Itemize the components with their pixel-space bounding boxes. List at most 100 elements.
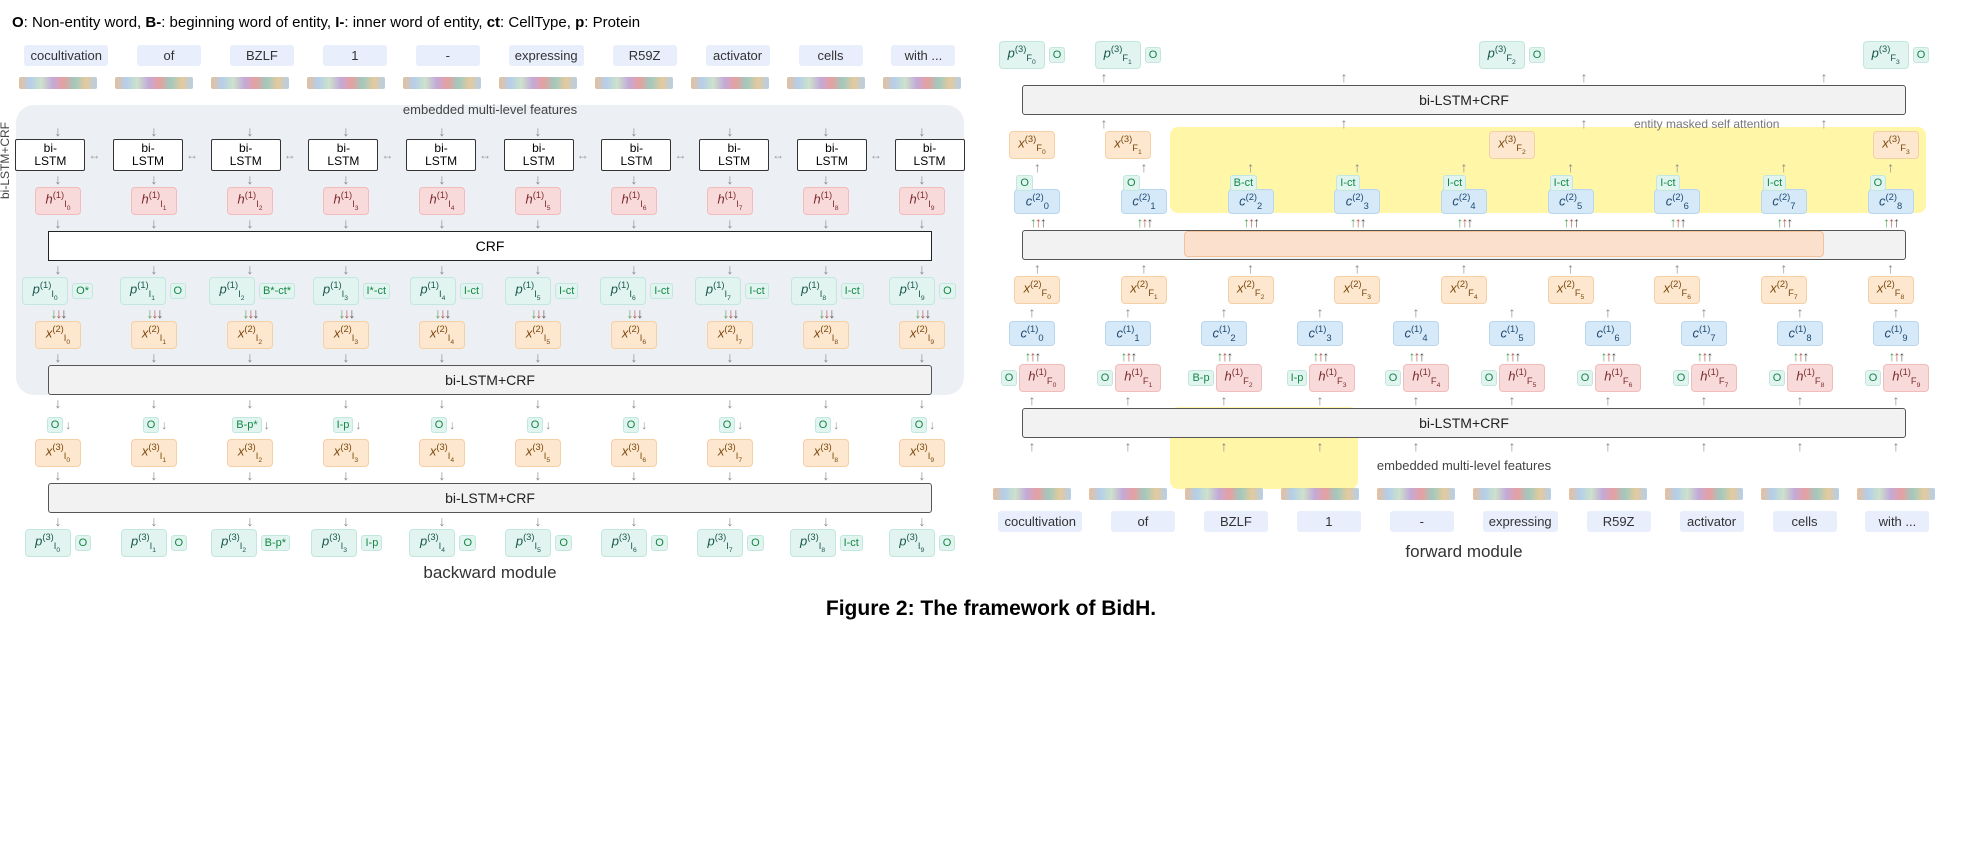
p1-node: p(1)I1 xyxy=(120,277,166,305)
arrow-down-icon: ↓ xyxy=(811,261,841,277)
arrow-down-icon: ↓ xyxy=(545,418,551,432)
c1-node: c(1)5 xyxy=(1489,321,1535,346)
p3-node: p(3)I9 xyxy=(889,529,935,557)
triple-arrow-up-icon: ↑↑↑ xyxy=(1129,214,1159,230)
arrow-up-icon: ↑ xyxy=(1881,392,1911,408)
feature-swatch xyxy=(1569,488,1647,500)
p3-pair: p(3)I6O xyxy=(595,529,673,557)
x2-node: x(2)I7 xyxy=(707,321,753,349)
x2-row-right: x(2)F0x(2)F1x(2)F2x(2)F3x(2)F4x(2)F5x(2)… xyxy=(984,276,1944,304)
p1-tag: I-ct xyxy=(650,283,673,299)
arrow-down-icon: ↓ xyxy=(161,418,167,432)
c2-tag: I-ct xyxy=(1656,175,1679,191)
triple-arrow-up-icon: ↑↑↑ xyxy=(1236,214,1266,230)
o2-pair: O↓ xyxy=(595,417,673,433)
c2-node: c(2)3 xyxy=(1334,189,1380,214)
c2-node: c(2)0 xyxy=(1014,189,1060,214)
p3-pair: p(3)I3I-p xyxy=(308,529,386,557)
arrow-down-icon: ↓ xyxy=(811,123,841,139)
arrow-down-icon: ↓ xyxy=(331,395,361,411)
arrow-up-icon: ↑ xyxy=(1401,392,1431,408)
triple-arrow-up-icon: ↑↑↑ xyxy=(1209,348,1239,364)
arrow-up-icon: ↑ xyxy=(1769,159,1799,175)
o2-tag: O xyxy=(47,417,64,433)
o2-pair: O↓ xyxy=(883,417,961,433)
x3-node: x(3)I6 xyxy=(611,439,657,467)
x3-top-slot: x(3)F0 xyxy=(988,131,1076,159)
h1-right-tag: O xyxy=(1769,370,1786,386)
p1-tag: I-ct xyxy=(460,283,483,299)
arrow-down-icon: ↓ xyxy=(331,513,361,529)
bilstm-pair: bi-LSTM↔ xyxy=(406,139,493,171)
bilstm-pair: bi-LSTM↔ xyxy=(797,139,884,171)
input-word: cells xyxy=(1773,511,1837,532)
h1-node: h(1)I0 xyxy=(35,187,81,215)
arrow-down-icon: ↓ xyxy=(427,349,457,365)
arrow-up-icon: ↑ xyxy=(1662,260,1692,276)
c2-pair: Oc(2)1 xyxy=(1105,175,1183,214)
feature-swatch xyxy=(499,77,577,89)
x2-row-left: x(2)I0x(2)I1x(2)I2x(2)I3x(2)I4x(2)I5x(2)… xyxy=(10,321,970,349)
h1-right-tag: O xyxy=(1865,370,1882,386)
x3-top-node: x(3)F0 xyxy=(1009,131,1055,159)
arrow-up-icon: ↑ xyxy=(1689,304,1719,320)
h1-right-tag: O xyxy=(1577,370,1594,386)
backward-module-label: backward module xyxy=(10,557,970,583)
p3-tag: O xyxy=(171,535,188,551)
input-word: 1 xyxy=(323,45,387,66)
feature-swatch xyxy=(1665,488,1743,500)
arrow-row: ↑↑↑↑ xyxy=(984,115,1944,131)
x2-node-right: x(2)F4 xyxy=(1441,276,1487,304)
input-word: of xyxy=(1111,511,1175,532)
bilstm-pair: bi-LSTM↔ xyxy=(15,139,102,171)
arrow-up-icon: ↑ xyxy=(1876,159,1906,175)
h1-right-tag: I-p xyxy=(1287,370,1308,386)
h1-row-right: Oh(1)F0Oh(1)F1B-ph(1)F2I-ph(1)F3Oh(1)F4O… xyxy=(984,364,1944,392)
arrow-down-icon: ↓ xyxy=(619,123,649,139)
arrow-up-icon: ↑ xyxy=(1881,304,1911,320)
arrow-down-icon: ↓ xyxy=(235,123,265,139)
c1-node: c(1)9 xyxy=(1873,321,1919,346)
bilstm-cell: bi-LSTM xyxy=(797,139,867,171)
triple-arrow-up-icon: ↑↑↑ xyxy=(1556,214,1586,230)
arrow-down-icon: ↓ xyxy=(139,467,169,483)
c2-node: c(2)7 xyxy=(1761,189,1807,214)
triple-arrow-up-icon: ↑↑↑ xyxy=(1342,214,1372,230)
c1-node: c(1)7 xyxy=(1681,321,1727,346)
p3-node: p(3)I7 xyxy=(697,529,743,557)
input-word: 1 xyxy=(1297,511,1361,532)
p1-tag: I-ct xyxy=(841,283,864,299)
bilstm-cell: bi-LSTM xyxy=(211,139,281,171)
arrow-down-icon: ↓ xyxy=(715,171,745,187)
bilstm-cell: bi-LSTM xyxy=(15,139,85,171)
bilstm-pair: bi-LSTM xyxy=(895,139,965,171)
x2-node-right: x(2)F1 xyxy=(1121,276,1167,304)
p3-top-tag: O xyxy=(1913,47,1930,63)
arrow-down-icon: ↓ xyxy=(907,349,937,365)
h1-node: h(1)I2 xyxy=(227,187,273,215)
bilstm-cell: bi-LSTM xyxy=(113,139,183,171)
p3-pair: p(3)I8I-ct xyxy=(787,529,865,557)
p3-pair: p(3)I1O xyxy=(115,529,193,557)
o2-tag: O xyxy=(719,417,736,433)
c2-tag: I-ct xyxy=(1763,175,1786,191)
bilstm-cell: bi-LSTM xyxy=(406,139,476,171)
arrow-up-icon: ↑ xyxy=(1556,159,1586,175)
crf-box: CRF xyxy=(48,231,931,261)
arrow-row: ↑↑↑↑↑↑↑↑↑↑ xyxy=(984,304,1944,320)
h1-right-pair: Oh(1)F1 xyxy=(1089,364,1167,392)
c2-pair: I-ctc(2)6 xyxy=(1638,175,1716,214)
arrow-up-icon: ↑ xyxy=(1809,115,1839,131)
p3-pair: p(3)I5O xyxy=(500,529,578,557)
c1-node: c(1)0 xyxy=(1009,321,1055,346)
triple-arrow-up-icon: ↑↑↑ xyxy=(1017,348,1047,364)
arrow-down-icon: ↓ xyxy=(139,215,169,231)
arrow-row: ↑↑↑↑↑↑↑↑↑ xyxy=(984,159,1944,175)
arrow-down-icon: ↓ xyxy=(523,123,553,139)
input-words-left: cocultivationofBZLF1-expressingR59Zactiv… xyxy=(10,41,970,69)
x2-node-right: x(2)F3 xyxy=(1334,276,1380,304)
bilstm-cell: bi-LSTM xyxy=(601,139,671,171)
c2-tag: I-ct xyxy=(1336,175,1359,191)
arrow-up-icon: ↑ xyxy=(1342,260,1372,276)
arrow-down-icon: ↓ xyxy=(235,513,265,529)
